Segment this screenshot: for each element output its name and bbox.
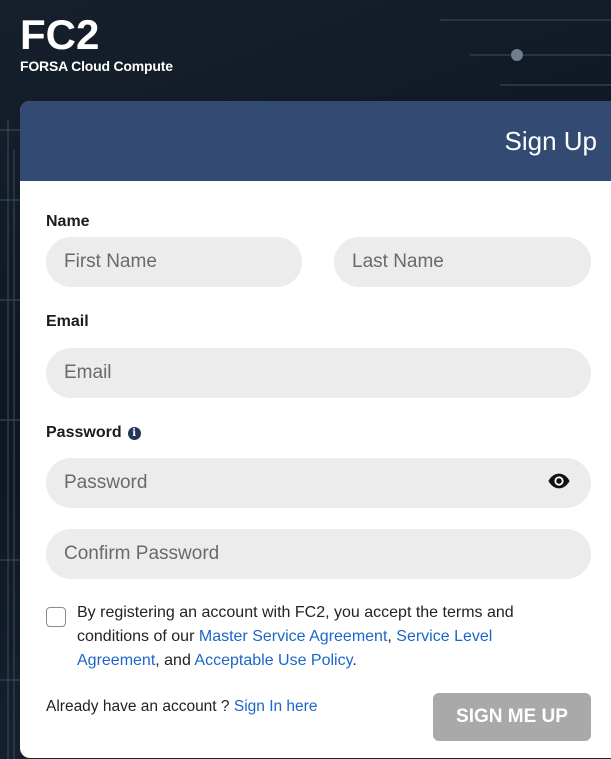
- brand: FC2 FORSA Cloud Compute: [20, 11, 173, 75]
- last-name-input[interactable]: [334, 237, 591, 287]
- name-label: Name: [46, 213, 90, 230]
- email-label: Email: [46, 313, 89, 330]
- card-header: Sign Up: [20, 101, 611, 181]
- terms-suffix: .: [352, 652, 357, 669]
- already-text: Already have an account ?: [46, 698, 234, 715]
- eye-icon[interactable]: [548, 472, 570, 490]
- fc2-logo: FC2: [20, 11, 100, 58]
- sign-me-up-button[interactable]: SIGN ME UP: [433, 693, 591, 741]
- terms-separator-2: , and: [155, 652, 195, 669]
- first-name-input[interactable]: [46, 237, 302, 287]
- email-input[interactable]: [46, 348, 591, 398]
- acceptable-use-policy-link[interactable]: Acceptable Use Policy: [194, 652, 352, 669]
- terms-text: By registering an account with FC2, you …: [77, 601, 577, 673]
- terms-separator-1: ,: [387, 628, 397, 645]
- password-label-row: Password i: [46, 424, 141, 442]
- already-have-account: Already have an account ? Sign In here: [46, 698, 317, 716]
- info-icon[interactable]: i: [127, 427, 141, 440]
- master-service-agreement-link[interactable]: Master Service Agreement: [199, 628, 388, 645]
- brand-tagline: FORSA Cloud Compute: [20, 58, 173, 74]
- sign-in-link[interactable]: Sign In here: [234, 698, 318, 715]
- terms-checkbox[interactable]: [46, 607, 66, 627]
- circuit-node: [511, 49, 523, 61]
- signup-card: Sign Up Name Email Password i By register…: [20, 101, 611, 758]
- password-input[interactable]: [46, 458, 591, 508]
- page-title: Sign Up: [504, 125, 598, 156]
- password-label: Password: [46, 424, 122, 441]
- confirm-password-input[interactable]: [46, 529, 591, 579]
